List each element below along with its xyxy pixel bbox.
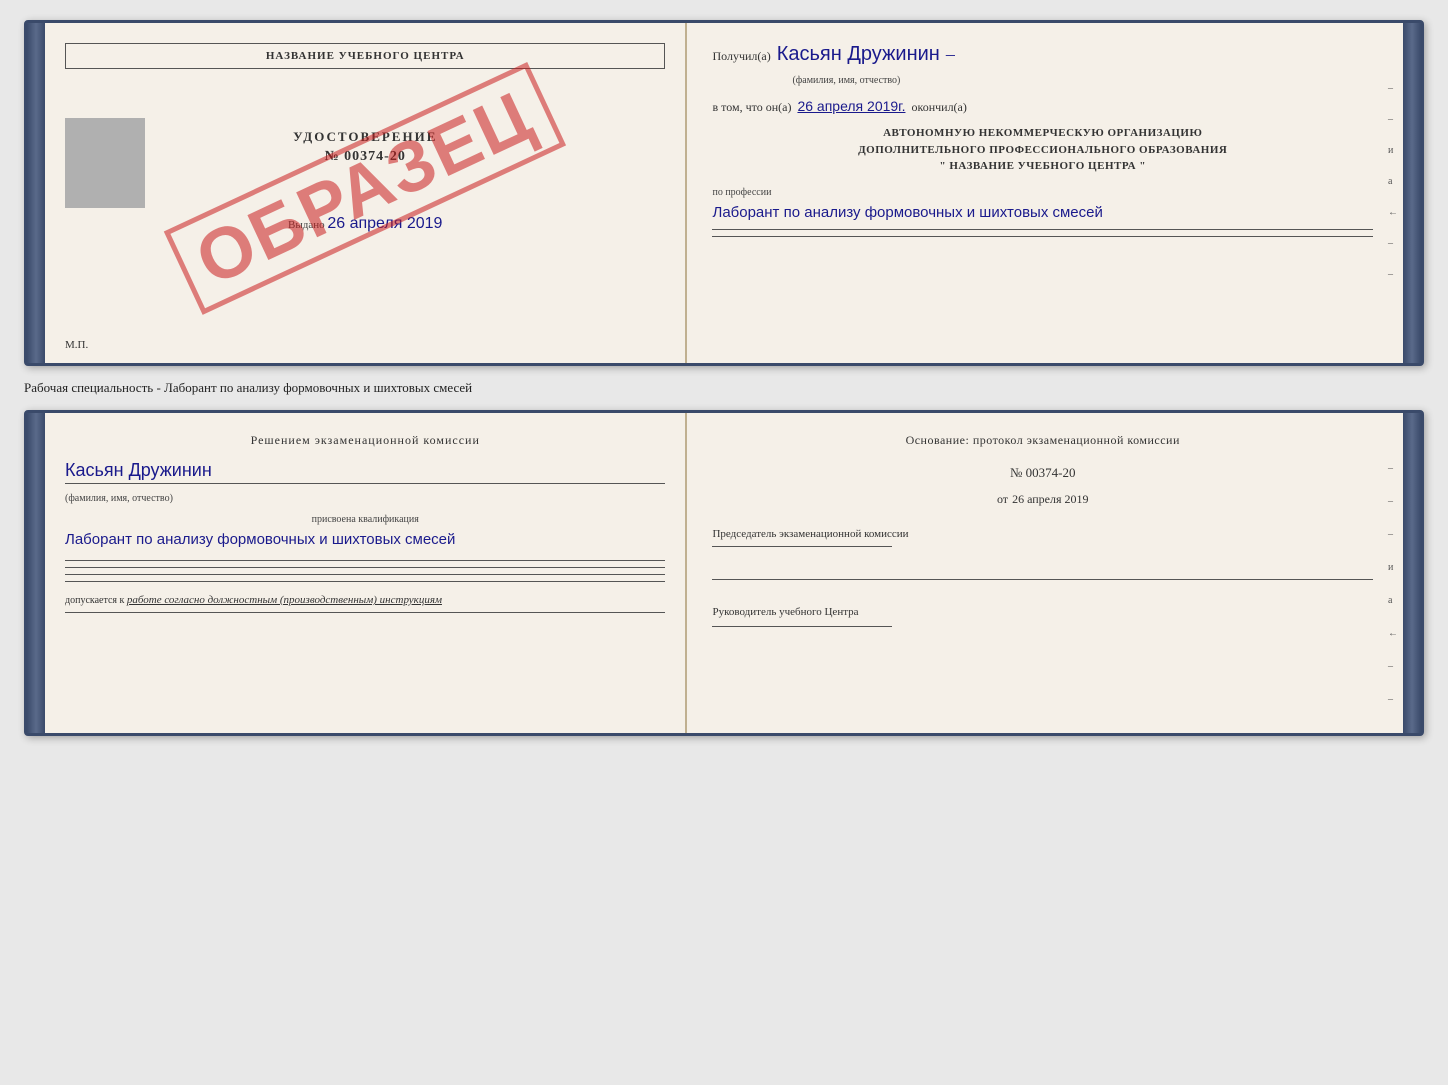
book-spine-right bbox=[1403, 23, 1421, 363]
qualification-label: присвоена квалификация bbox=[65, 514, 665, 525]
top-right-page: Получил(а) Касьян Дружинин – (фамилия, и… bbox=[687, 23, 1403, 363]
profession-value: Лаборант по анализу формовочных и шихтов… bbox=[712, 202, 1373, 223]
recipient-subtitle: (фамилия, имя, отчество) bbox=[792, 75, 900, 86]
mp-label: М.П. bbox=[65, 339, 88, 351]
issued-date-value: 26 апреля 2019 bbox=[327, 215, 442, 232]
chairman-label: Председатель экзаменационной комиссии bbox=[712, 528, 1373, 540]
separator-text: Рабочая специальность - Лаборант по анал… bbox=[24, 376, 1424, 400]
bottom-person-name: Касьян Дружинин bbox=[65, 460, 665, 481]
director-label: Руководитель учебного Центра bbox=[712, 606, 1373, 618]
issued-date: Выдано 26 апреля 2019 bbox=[65, 215, 665, 233]
title-box-text: НАЗВАНИЕ УЧЕБНОГО ЦЕНТРА bbox=[266, 50, 465, 62]
right-side-marks: – – и а ← – – bbox=[1388, 83, 1398, 280]
allowed-label: допускается к работе согласно должностны… bbox=[65, 594, 665, 606]
title-box: НАЗВАНИЕ УЧЕБНОГО ЦЕНТРА bbox=[65, 43, 665, 69]
basis-label: Основание: протокол экзаменационной коми… bbox=[712, 433, 1373, 448]
book-spine-left bbox=[27, 23, 45, 363]
org-line3: " НАЗВАНИЕ УЧЕБНОГО ЦЕНТРА " bbox=[712, 158, 1373, 175]
protocol-date-line: от 26 апреля 2019 bbox=[712, 490, 1373, 508]
bottom-right-side-marks: – – – и а ← – – bbox=[1388, 463, 1398, 705]
bottom-spine-left bbox=[27, 413, 45, 733]
received-label: Получил(а) bbox=[712, 49, 770, 64]
bottom-left-page: Решением экзаменационной комиссии Касьян… bbox=[45, 413, 687, 733]
decision-label: Решением экзаменационной комиссии bbox=[65, 433, 665, 448]
org-block: АВТОНОМНУЮ НЕКОММЕРЧЕСКУЮ ОРГАНИЗАЦИЮ ДО… bbox=[712, 125, 1373, 175]
bottom-spine-right bbox=[1403, 413, 1421, 733]
certificate-label: УДОСТОВЕРЕНИЕ bbox=[65, 129, 665, 145]
protocol-date: 26 апреля 2019 bbox=[1012, 492, 1088, 506]
profession-label: по профессии bbox=[712, 187, 1373, 198]
bottom-certificate-book: Решением экзаменационной комиссии Касьян… bbox=[24, 410, 1424, 736]
completion-line: в том, что он(а) 26 апреля 2019г. окончи… bbox=[712, 98, 1373, 115]
certificate-number: № 00374-20 bbox=[65, 149, 665, 165]
recipient-name: Касьян Дружинин bbox=[777, 43, 940, 66]
top-certificate-book: НАЗВАНИЕ УЧЕБНОГО ЦЕНТРА ОБРАЗЕЦ УДОСТОВ… bbox=[24, 20, 1424, 366]
protocol-number: № 00374-20 bbox=[712, 464, 1373, 482]
document-container: НАЗВАНИЕ УЧЕБНОГО ЦЕНТРА ОБРАЗЕЦ УДОСТОВ… bbox=[24, 20, 1424, 736]
allowed-value: работе согласно должностным (производств… bbox=[127, 594, 442, 606]
completed-label: окончил(а) bbox=[911, 100, 966, 115]
watermark: ОБРАЗЕЦ bbox=[164, 62, 566, 315]
org-line1: АВТОНОМНУЮ НЕКОММЕРЧЕСКУЮ ОРГАНИЗАЦИЮ bbox=[712, 125, 1373, 142]
in-that-label: в том, что он(а) bbox=[712, 100, 791, 115]
completion-date: 26 апреля 2019г. bbox=[797, 98, 905, 114]
received-line: Получил(а) Касьян Дружинин – bbox=[712, 43, 1373, 66]
photo-placeholder bbox=[65, 118, 145, 208]
issued-label: Выдано bbox=[288, 219, 325, 231]
qualification-value: Лаборант по анализу формовочных и шихтов… bbox=[65, 529, 665, 550]
protocol-date-prefix: от bbox=[997, 492, 1008, 506]
org-line2: ДОПОЛНИТЕЛЬНОГО ПРОФЕССИОНАЛЬНОГО ОБРАЗО… bbox=[712, 142, 1373, 159]
bottom-person-subtitle: (фамилия, имя, отчество) bbox=[65, 493, 173, 504]
bottom-right-page: Основание: протокол экзаменационной коми… bbox=[687, 413, 1403, 733]
top-left-page: НАЗВАНИЕ УЧЕБНОГО ЦЕНТРА ОБРАЗЕЦ УДОСТОВ… bbox=[45, 23, 687, 363]
